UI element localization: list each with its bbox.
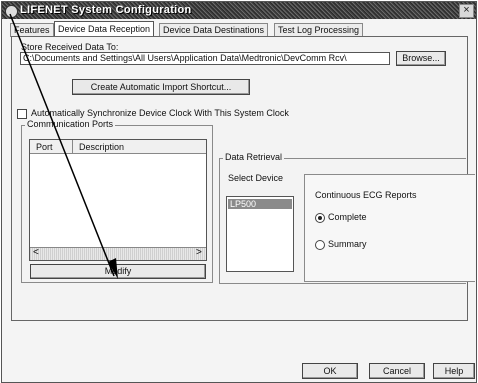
annotation-arrow bbox=[9, 13, 118, 279]
arrow-head-icon bbox=[108, 258, 118, 279]
arrow-line bbox=[9, 13, 115, 277]
